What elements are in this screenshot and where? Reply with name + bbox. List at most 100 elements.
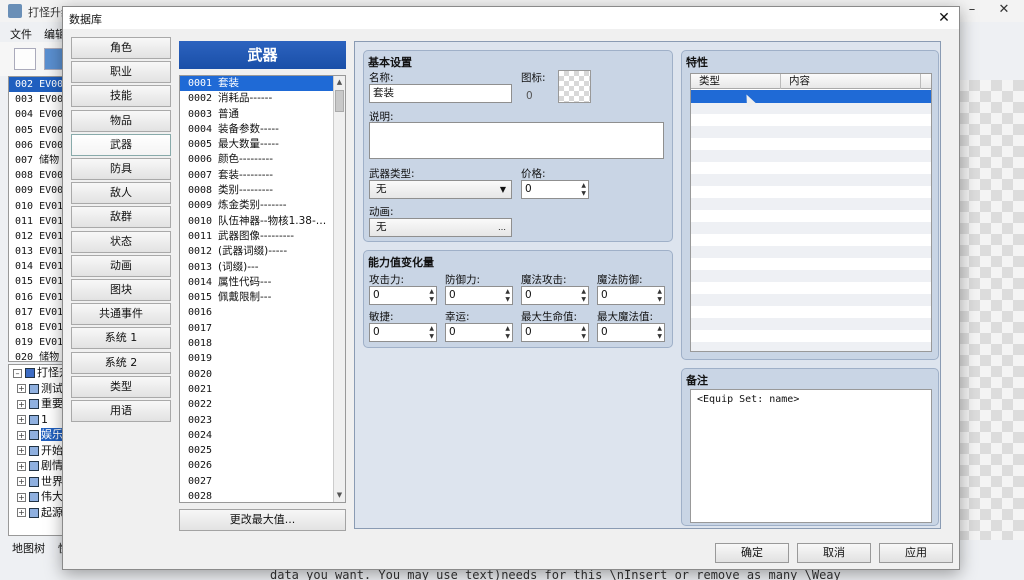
param-mdf-stepper[interactable]: 0 ▲ ▼ (597, 286, 665, 305)
expand-icon[interactable]: + (17, 446, 26, 455)
spin-arrows-icon[interactable]: ▲ ▼ (581, 325, 586, 340)
event-row[interactable]: 005 EV005 (9, 123, 69, 138)
tree-item[interactable]: + 娱乐 (9, 427, 69, 443)
spin-arrows-icon[interactable]: ▲ ▼ (581, 288, 586, 303)
event-row[interactable]: 012 EV012 (9, 229, 69, 244)
list-item[interactable]: 0025 (180, 443, 334, 458)
event-row[interactable]: 007 储物 (9, 153, 69, 168)
event-row[interactable]: 015 EV015 (9, 274, 69, 289)
new-file-icon[interactable] (14, 48, 36, 70)
event-row[interactable]: 009 EV009 (9, 183, 69, 198)
expand-icon[interactable]: + (17, 430, 26, 440)
expand-icon[interactable]: + (17, 492, 26, 502)
tree-item[interactable]: + 测试 (9, 381, 69, 397)
traits-col-type[interactable]: 类型 (691, 74, 781, 89)
event-row[interactable]: 013 EV013 (9, 244, 69, 259)
param-def-stepper[interactable]: 0 ▲ ▼ (445, 286, 513, 305)
event-row[interactable]: 008 EV008 (9, 168, 69, 183)
notes-field[interactable]: <Equip Set: name> (690, 389, 932, 523)
list-item[interactable]: 0016 (180, 305, 334, 320)
menu-file[interactable]: 文件 (10, 26, 32, 42)
expand-icon[interactable]: + (17, 384, 26, 393)
list-item[interactable]: 0020 (180, 367, 334, 382)
spin-arrows-icon[interactable]: ▲ ▼ (505, 288, 510, 303)
traits-table-body[interactable] (691, 90, 931, 351)
category-button[interactable]: 图块 (71, 279, 171, 301)
price-stepper[interactable]: 0 ▲ ▼ (521, 180, 589, 199)
list-item[interactable]: 0022 (180, 397, 334, 412)
minimize-icon[interactable]: – (958, 2, 986, 20)
list-item[interactable]: 0018 (180, 336, 334, 351)
close-icon[interactable]: ✕ (990, 2, 1018, 20)
param-atk-stepper[interactable]: 0 ▲ ▼ (369, 286, 437, 305)
category-button[interactable]: 防具 (71, 158, 171, 180)
scroll-up-icon[interactable]: ▲ (334, 76, 345, 88)
list-item[interactable]: 0010 队伍神器--物核1.38-… (180, 214, 334, 229)
list-item[interactable]: 0006 颜色--------- (180, 152, 334, 167)
category-button[interactable]: 敌群 (71, 206, 171, 229)
spin-arrows-icon[interactable]: ▲ ▼ (505, 325, 510, 340)
list-item[interactable]: 0023 (180, 413, 334, 428)
category-button[interactable]: 类型 (71, 375, 171, 398)
tree-item[interactable]: + 剧情 (9, 458, 69, 474)
category-button[interactable]: 系统 1 (71, 327, 171, 350)
param-mhp-stepper[interactable]: 0 ▲ ▼ (521, 323, 589, 342)
list-item[interactable]: 0009 炼金类别------- (180, 198, 334, 213)
list-item[interactable]: 0002 消耗品------ (180, 91, 334, 106)
event-row[interactable]: 002 EV002 (9, 77, 69, 93)
list-scrollbar[interactable]: ▲ ▼ (333, 76, 345, 502)
event-list[interactable]: 002 EV002 003 EV003 004 EV004 005 EV005 006 … (8, 76, 70, 363)
list-item[interactable]: 0007 套装--------- (180, 168, 334, 183)
list-item[interactable]: 0015 佩戴限制--- (180, 290, 334, 305)
event-row[interactable]: 003 EV003 (9, 92, 69, 107)
traits-table[interactable]: 类型 内容 (690, 73, 932, 352)
list-item[interactable]: 0005 最大数量----- (180, 137, 334, 152)
icon-picker[interactable] (558, 70, 591, 103)
event-row[interactable]: 011 EV011 (9, 214, 69, 229)
list-item[interactable]: 0008 类别--------- (180, 183, 334, 198)
expand-icon[interactable]: + (17, 508, 26, 517)
map-tree[interactable]: – 打怪升 + 测试 + 重要 +1 + 娱乐 + 开始 + 剧情 + 世界 + 伟大 + 起源 (8, 364, 70, 536)
scroll-down-icon[interactable]: ▼ (334, 489, 345, 501)
event-row[interactable]: 004 EV004 (9, 107, 69, 122)
list-item[interactable]: 0004 装备参数----- (180, 122, 334, 137)
tree-item[interactable]: + 伟大 (9, 489, 69, 505)
expand-icon[interactable]: + (17, 461, 26, 471)
spin-arrows-icon[interactable]: ▲ ▼ (657, 288, 662, 303)
category-button[interactable]: 动画 (71, 254, 171, 277)
event-row[interactable]: 006 EV006 (9, 138, 69, 153)
list-item[interactable]: 0017 (180, 321, 334, 336)
tree-item[interactable]: + 世界 (9, 474, 69, 490)
tree-item[interactable]: +1 (9, 412, 69, 428)
cancel-button[interactable]: 取消 (797, 543, 871, 563)
traits-selected-row[interactable] (691, 90, 931, 103)
category-button[interactable]: 武器 (71, 133, 171, 156)
change-max-button[interactable]: 更改最大值... (179, 509, 346, 531)
scroll-thumb[interactable] (335, 90, 344, 112)
list-item[interactable]: 0019 (180, 351, 334, 366)
description-field[interactable] (369, 122, 664, 159)
tree-item[interactable]: + 开始 (9, 443, 69, 459)
list-item[interactable]: 0026 (180, 458, 334, 473)
category-button[interactable]: 物品 (71, 109, 171, 132)
category-button[interactable]: 职业 (71, 61, 171, 84)
tree-item[interactable]: + 起源 (9, 505, 69, 521)
close-icon[interactable]: ✕ (935, 9, 953, 27)
category-button[interactable]: 用语 (71, 400, 171, 422)
apply-button[interactable]: 应用 (879, 543, 953, 563)
event-row[interactable]: 014 EV014 (9, 259, 69, 274)
event-row[interactable]: 018 EV018 (9, 320, 69, 335)
event-row[interactable]: 019 EV019 (9, 335, 69, 350)
spin-arrows-icon[interactable]: ▲ ▼ (581, 182, 586, 197)
tree-item[interactable]: + 重要 (9, 396, 69, 412)
expand-icon[interactable]: + (17, 477, 26, 486)
list-item[interactable]: 0012 (武器词缀)----- (180, 244, 334, 259)
spin-arrows-icon[interactable]: ▲ ▼ (657, 325, 662, 340)
list-item[interactable]: 0021 (180, 382, 334, 397)
list-item[interactable]: 0011 武器图像--------- (180, 229, 334, 244)
expand-icon[interactable]: + (17, 415, 26, 424)
param-agi-stepper[interactable]: 0 ▲ ▼ (369, 323, 437, 342)
spin-arrows-icon[interactable]: ▲ ▼ (429, 325, 434, 340)
event-row[interactable]: 017 EV017 (9, 305, 69, 320)
list-item[interactable]: 0014 属性代码--- (180, 275, 334, 290)
